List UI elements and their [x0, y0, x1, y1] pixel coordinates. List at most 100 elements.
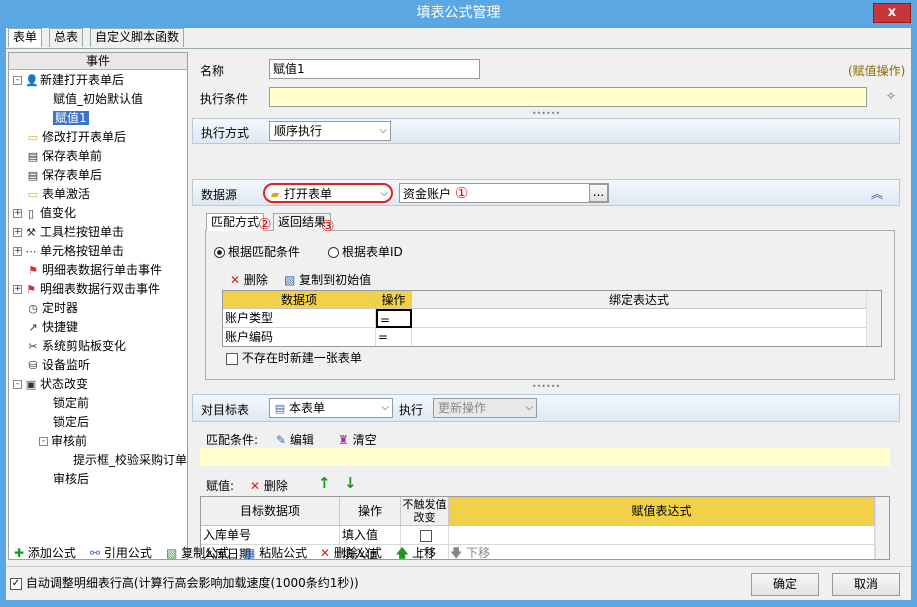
splitter-grip[interactable]: ••••••: [192, 383, 900, 391]
magic-wand-icon[interactable]: ✧: [886, 89, 896, 103]
marker-2: ②: [258, 215, 272, 233]
table-cell[interactable]: 填入值: [340, 526, 401, 545]
splitter-grip[interactable]: ••••••: [192, 110, 900, 118]
move-down-formula-button[interactable]: 🡇 下移: [450, 544, 490, 565]
table-cell[interactable]: [449, 545, 875, 559]
collapse-icon[interactable]: -: [13, 380, 22, 389]
checkbox[interactable]: [226, 352, 238, 365]
new-if-missing-checkbox[interactable]: 不存在时新建一张表单: [226, 349, 362, 366]
collapse-icon[interactable]: -: [39, 437, 48, 446]
tree-item-state-change[interactable]: - ▣ 状态改变: [13, 375, 88, 394]
checkbox[interactable]: [419, 529, 432, 542]
collapse-icon[interactable]: ︽: [871, 185, 883, 202]
expand-icon[interactable]: +: [13, 228, 22, 237]
datasource-action-select[interactable]: ▰ 打开表单 ⌵: [263, 183, 393, 203]
close-button[interactable]: x: [873, 3, 911, 23]
table-cell[interactable]: =: [376, 309, 412, 328]
copy-formula-button[interactable]: ▧ 复制公式: [166, 544, 229, 561]
divider: [6, 566, 911, 567]
expand-icon[interactable]: +: [13, 285, 22, 294]
name-input[interactable]: 赋值1: [269, 59, 480, 79]
tab-match-mode[interactable]: 匹配方式: [206, 213, 265, 231]
col-header-item[interactable]: 数据项: [223, 291, 376, 309]
tree-item-save-after[interactable]: ▤ 保存表单后: [27, 166, 102, 185]
exec-mode-select[interactable]: 顺序执行 ⌵: [269, 121, 391, 141]
tree-item-row-dblclick[interactable]: + ⚑ 明细表数据行双击事件: [13, 280, 160, 299]
scrollbar[interactable]: [866, 291, 881, 346]
tree-item-audit-check[interactable]: 提示框_校验采购订单: [73, 451, 187, 470]
tree-item-clipboard[interactable]: ✂ 系统剪贴板变化: [27, 337, 126, 356]
tab-summary[interactable]: 总表: [49, 28, 84, 47]
condition-input[interactable]: [269, 87, 867, 107]
ok-button[interactable]: 确定: [751, 573, 819, 596]
tree-item-device[interactable]: ⛁ 设备监听: [27, 356, 90, 375]
tree-item-value-change[interactable]: + ▯ 值变化: [13, 204, 76, 223]
tab-form[interactable]: 表单: [8, 28, 43, 47]
auto-row-height-checkbox[interactable]: ✓ 自动调整明细表行高(计算行高会影响加载速度(1000条约1秒)): [10, 574, 359, 591]
target-table-select[interactable]: ▤ 本表单 ⌵: [269, 398, 393, 418]
checkbox[interactable]: ✓: [10, 577, 22, 590]
match-condition-box[interactable]: [200, 448, 890, 466]
assign-label: 赋值:: [206, 479, 235, 493]
table-cell[interactable]: [412, 328, 867, 346]
expand-icon[interactable]: +: [13, 209, 22, 218]
tree-item-audit-before[interactable]: - 审核前: [39, 432, 87, 451]
col-header-assign-expr[interactable]: 赋值表达式: [449, 497, 875, 526]
copy-to-init-button[interactable]: ▧ 复制到初始值: [284, 271, 371, 288]
table-cell[interactable]: 入库单号: [201, 526, 340, 545]
tree-item-lock-after[interactable]: 锁定后: [53, 413, 89, 432]
exec-operation-select[interactable]: 更新操作 ⌵: [433, 398, 537, 418]
ref-formula-button[interactable]: ⚯ 引用公式: [90, 544, 152, 561]
col-header-expr[interactable]: 绑定表达式: [412, 291, 867, 309]
table-cell[interactable]: [401, 526, 449, 545]
radio-match-condition[interactable]: 根据匹配条件: [214, 243, 300, 260]
table-cell[interactable]: [449, 526, 875, 545]
expand-icon[interactable]: +: [13, 247, 22, 256]
assign-delete-button[interactable]: ✕ 删除: [250, 477, 288, 494]
delete-formula-button[interactable]: ✕ 删除公式: [320, 544, 382, 561]
tree-item-toolbar-click[interactable]: + ⚒ 工具栏按钮单击: [13, 223, 124, 242]
tree-item-save-before[interactable]: ▤ 保存表单前: [27, 147, 102, 166]
col-header-op[interactable]: 操作: [340, 497, 401, 526]
tree-item-form-activate[interactable]: ▭ 表单激活: [27, 185, 90, 204]
delete-icon: ✕: [250, 479, 261, 493]
tree-item-shortcut[interactable]: ↗ 快捷键: [27, 318, 78, 337]
browse-button[interactable]: ...: [589, 184, 608, 202]
add-formula-button[interactable]: ✚ 添加公式: [14, 544, 76, 561]
move-up-formula-button[interactable]: 🡅 上移: [396, 544, 436, 565]
collapse-icon[interactable]: -: [13, 76, 22, 85]
delete-button[interactable]: ✕ 删除: [230, 271, 268, 288]
col-header-op[interactable]: 操作: [376, 291, 412, 309]
move-down-button[interactable]: ↓: [344, 474, 357, 492]
table-cell[interactable]: [412, 309, 867, 328]
folder-icon: ▭: [27, 130, 39, 144]
radio-form-id[interactable]: 根据表单ID: [328, 243, 403, 260]
move-up-button[interactable]: ↑: [318, 474, 331, 492]
table-cell[interactable]: =: [376, 328, 412, 346]
tree-item-timer[interactable]: ◷ 定时器: [27, 299, 78, 318]
tree-item-assign1[interactable]: 赋值1: [53, 109, 89, 128]
arrow-up-icon: 🡅: [396, 546, 409, 560]
col-header-target-item[interactable]: 目标数据项: [201, 497, 340, 526]
tree-item-audit-after[interactable]: 审核后: [53, 470, 89, 489]
table-cell[interactable]: 账户编码: [223, 328, 376, 346]
tree-item-modify-open[interactable]: ▭ 修改打开表单后: [27, 128, 126, 147]
edit-button[interactable]: ✎ 编辑: [276, 431, 314, 448]
datasource-table-input[interactable]: 资金账户 ①: [399, 183, 609, 203]
tree-item-new-open[interactable]: - 👤新建打开表单后: [13, 71, 124, 90]
timer-icon: ◷: [28, 301, 38, 315]
table-cell[interactable]: 账户类型: [223, 309, 376, 328]
col-header-no-trigger[interactable]: 不触发值改变: [401, 497, 449, 526]
tree-item-default-assign[interactable]: 赋值_初始默认值: [53, 90, 143, 109]
tree-item-cell-button[interactable]: + ⋯ 单元格按钮单击: [13, 242, 124, 261]
clear-button[interactable]: ♜ 清空: [338, 431, 377, 448]
paste-formula-button[interactable]: ▦ 粘贴公式: [244, 544, 307, 561]
scrollbar[interactable]: [875, 497, 889, 559]
shortcut-icon: ↗: [28, 320, 38, 334]
event-tree[interactable]: 事件 - 👤新建打开表单后 赋值_初始默认值 赋值1 ▭ 修改打开表单后 ▤ 保存表单…: [8, 52, 188, 560]
tree-item-lock-before[interactable]: 锁定前: [53, 394, 89, 413]
tree-item-row-click[interactable]: ⚑ 明细表数据行单击事件: [27, 261, 162, 280]
cancel-button[interactable]: 取消: [832, 573, 900, 596]
tab-custom-script[interactable]: 自定义脚本函数: [90, 28, 185, 47]
match-grid[interactable]: 数据项 操作 绑定表达式 账户类型 = 账户编码 =: [222, 290, 882, 347]
